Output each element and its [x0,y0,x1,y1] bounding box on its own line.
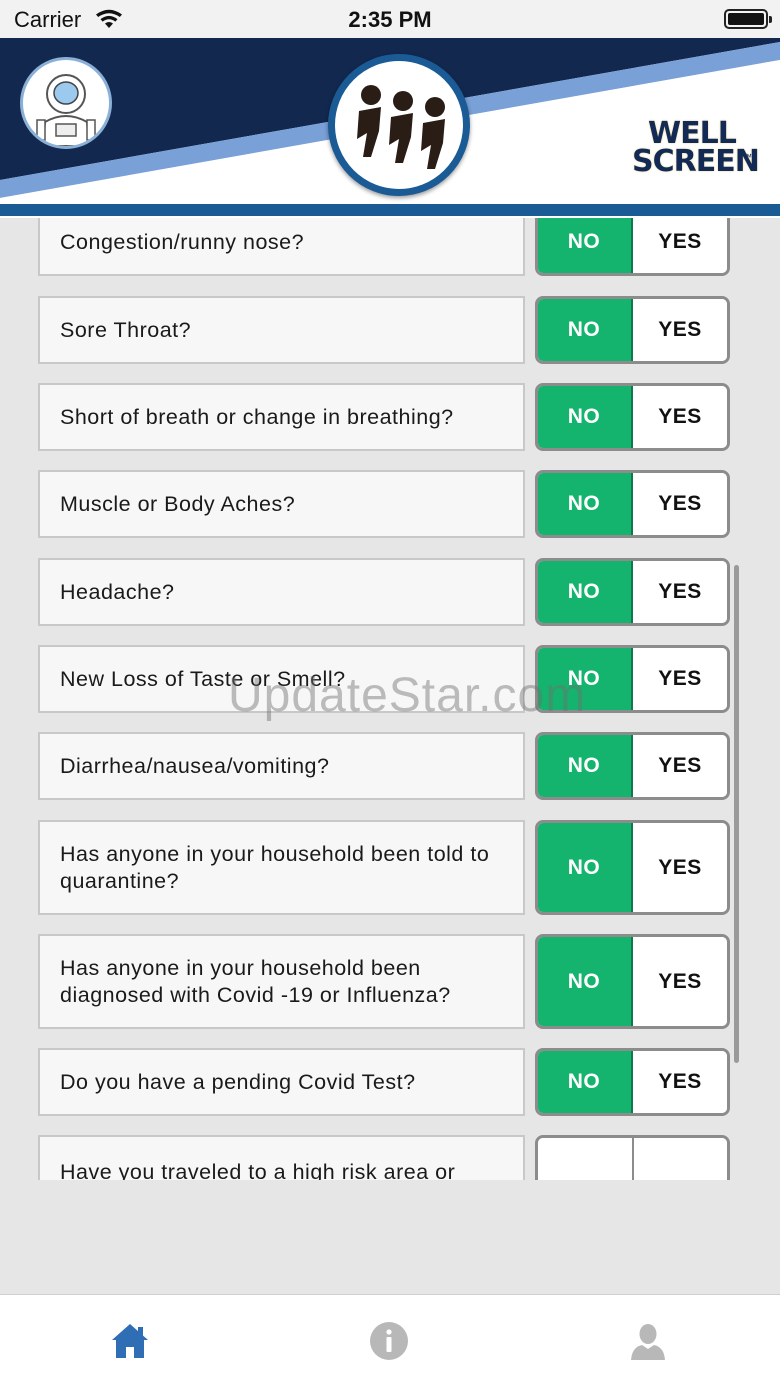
yes-option[interactable]: YES [633,561,727,623]
no-option[interactable]: NO [538,386,633,448]
no-option[interactable]: NO [538,937,633,1026]
tab-bar [0,1294,780,1387]
yes-option[interactable]: YES [633,735,727,797]
no-option[interactable]: NO [538,1051,633,1113]
yes-no-toggle: NO YES [535,296,730,364]
yes-option[interactable]: YES [633,1051,727,1113]
question-row: Headache? NO YES [38,558,732,626]
yes-no-toggle: NO YES [535,558,730,626]
no-option[interactable]: NO [538,823,633,912]
question-text: Muscle or Body Aches? [38,470,525,538]
question-row: Do you have a pending Covid Test? NO YES [38,1048,732,1116]
no-option[interactable]: NO [538,561,633,623]
yes-option[interactable]: YES [633,218,727,273]
yes-option[interactable] [633,1138,727,1180]
yes-option[interactable]: YES [633,648,727,710]
question-row: Short of breath or change in breathing? … [38,383,732,451]
no-option[interactable] [538,1138,634,1180]
no-option[interactable]: NO [538,473,633,535]
yes-no-toggle: NO YES [535,1048,730,1116]
scroll-indicator[interactable] [734,565,739,1063]
question-row: Muscle or Body Aches? NO YES [38,470,732,538]
yes-option[interactable]: YES [633,937,727,1026]
question-text: Do you have a pending Covid Test? [38,1048,525,1116]
question-text: Have you traveled to a high risk area or [38,1135,525,1180]
astronaut-avatar-icon[interactable] [20,57,112,149]
question-row: Have you traveled to a high risk area or [38,1135,732,1180]
question-text: Has anyone in your household been diagno… [38,934,525,1029]
yes-option[interactable]: YES [633,823,727,912]
question-text: Congestion/runny nose? [38,218,525,276]
question-row: Sore Throat? NO YES [38,296,732,364]
yes-no-toggle: NO YES [535,218,730,276]
yes-no-toggle: NO YES [535,820,730,915]
yes-no-toggle: NO YES [535,470,730,538]
yes-no-toggle: NO YES [535,383,730,451]
info-icon[interactable] [369,1321,409,1361]
app-header: WELL SCREEN ™ [0,38,780,218]
no-option[interactable]: NO [538,218,633,273]
question-row: Has anyone in your household been diagno… [38,934,732,1029]
battery-icon [724,9,772,29]
question-text: Headache? [38,558,525,626]
question-row: Has anyone in your household been told t… [38,820,732,915]
no-option[interactable]: NO [538,299,633,361]
question-text: Has anyone in your household been told t… [38,820,525,915]
watermark: UpdateStar.com [228,669,587,722]
yes-no-toggle: NO YES [535,934,730,1029]
profile-icon[interactable] [628,1321,668,1361]
no-option[interactable]: NO [538,735,633,797]
yes-no-toggle [535,1135,730,1180]
question-text: Short of breath or change in breathing? [38,383,525,451]
well-screen-logo: WELL SCREEN ™ [632,116,760,179]
question-row: Diarrhea/nausea/vomiting? NO YES [38,732,732,800]
yes-no-toggle: NO YES [535,732,730,800]
yes-option[interactable]: YES [633,299,727,361]
status-bar: Carrier 2:35 PM [0,0,780,38]
yes-option[interactable]: YES [633,473,727,535]
yes-option[interactable]: YES [633,386,727,448]
clock: 2:35 PM [348,7,432,32]
question-text: Sore Throat? [38,296,525,364]
home-icon[interactable] [110,1321,150,1361]
question-row: Congestion/runny nose? NO YES [38,218,732,276]
people-logo-icon [328,54,470,196]
question-text: Diarrhea/nausea/vomiting? [38,732,525,800]
